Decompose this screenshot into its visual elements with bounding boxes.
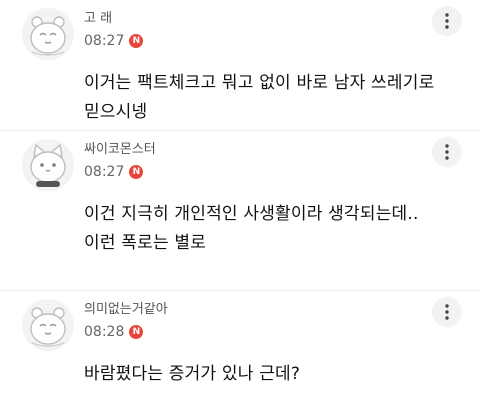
comment-item: 의미없는거같아 08:28 N 바람폈다는 증거가 있나 근데? bbox=[0, 291, 480, 405]
comment-text: 바람폈다는 증거가 있나 근데? bbox=[84, 364, 301, 384]
comment-item: 고 래 08:27 N 이거는 팩트체크고 뭐고 없이 바로 남자 쓰레기로 믿… bbox=[0, 0, 480, 131]
more-options-button[interactable] bbox=[432, 297, 462, 327]
comment-time: 08:27 bbox=[84, 164, 125, 180]
new-badge: N bbox=[129, 325, 144, 339]
comment-item: 싸이코몬스터 08:27 N 이건 지극히 개인적인 사생활이라 생각되는데..… bbox=[0, 131, 480, 291]
new-badge: N bbox=[129, 165, 144, 179]
bear-avatar-icon[interactable] bbox=[22, 8, 74, 60]
comment-time: 08:27 bbox=[84, 33, 125, 49]
more-vertical-icon bbox=[445, 144, 449, 160]
more-vertical-icon bbox=[445, 304, 449, 320]
more-options-button[interactable] bbox=[432, 6, 462, 36]
comment-nickname[interactable]: 의미없는거같아 bbox=[84, 301, 168, 318]
comment-time: 08:28 bbox=[84, 324, 125, 340]
new-badge: N bbox=[129, 34, 144, 48]
comment-nickname[interactable]: 싸이코몬스터 bbox=[84, 141, 156, 158]
bear-avatar-icon[interactable] bbox=[22, 299, 74, 351]
comment-nickname[interactable]: 고 래 bbox=[84, 10, 143, 27]
more-vertical-icon bbox=[445, 13, 449, 29]
comment-text: 이건 지극히 개인적인 사생활이라 생각되는데.. 이런 폭로는 별로 bbox=[84, 204, 419, 253]
comment-list: 고 래 08:27 N 이거는 팩트체크고 뭐고 없이 바로 남자 쓰레기로 믿… bbox=[0, 0, 480, 405]
more-options-button[interactable] bbox=[432, 137, 462, 167]
cat-avatar-icon[interactable] bbox=[22, 139, 74, 191]
comment-text: 이거는 팩트체크고 뭐고 없이 바로 남자 쓰레기로 믿으시넹 bbox=[84, 73, 435, 122]
